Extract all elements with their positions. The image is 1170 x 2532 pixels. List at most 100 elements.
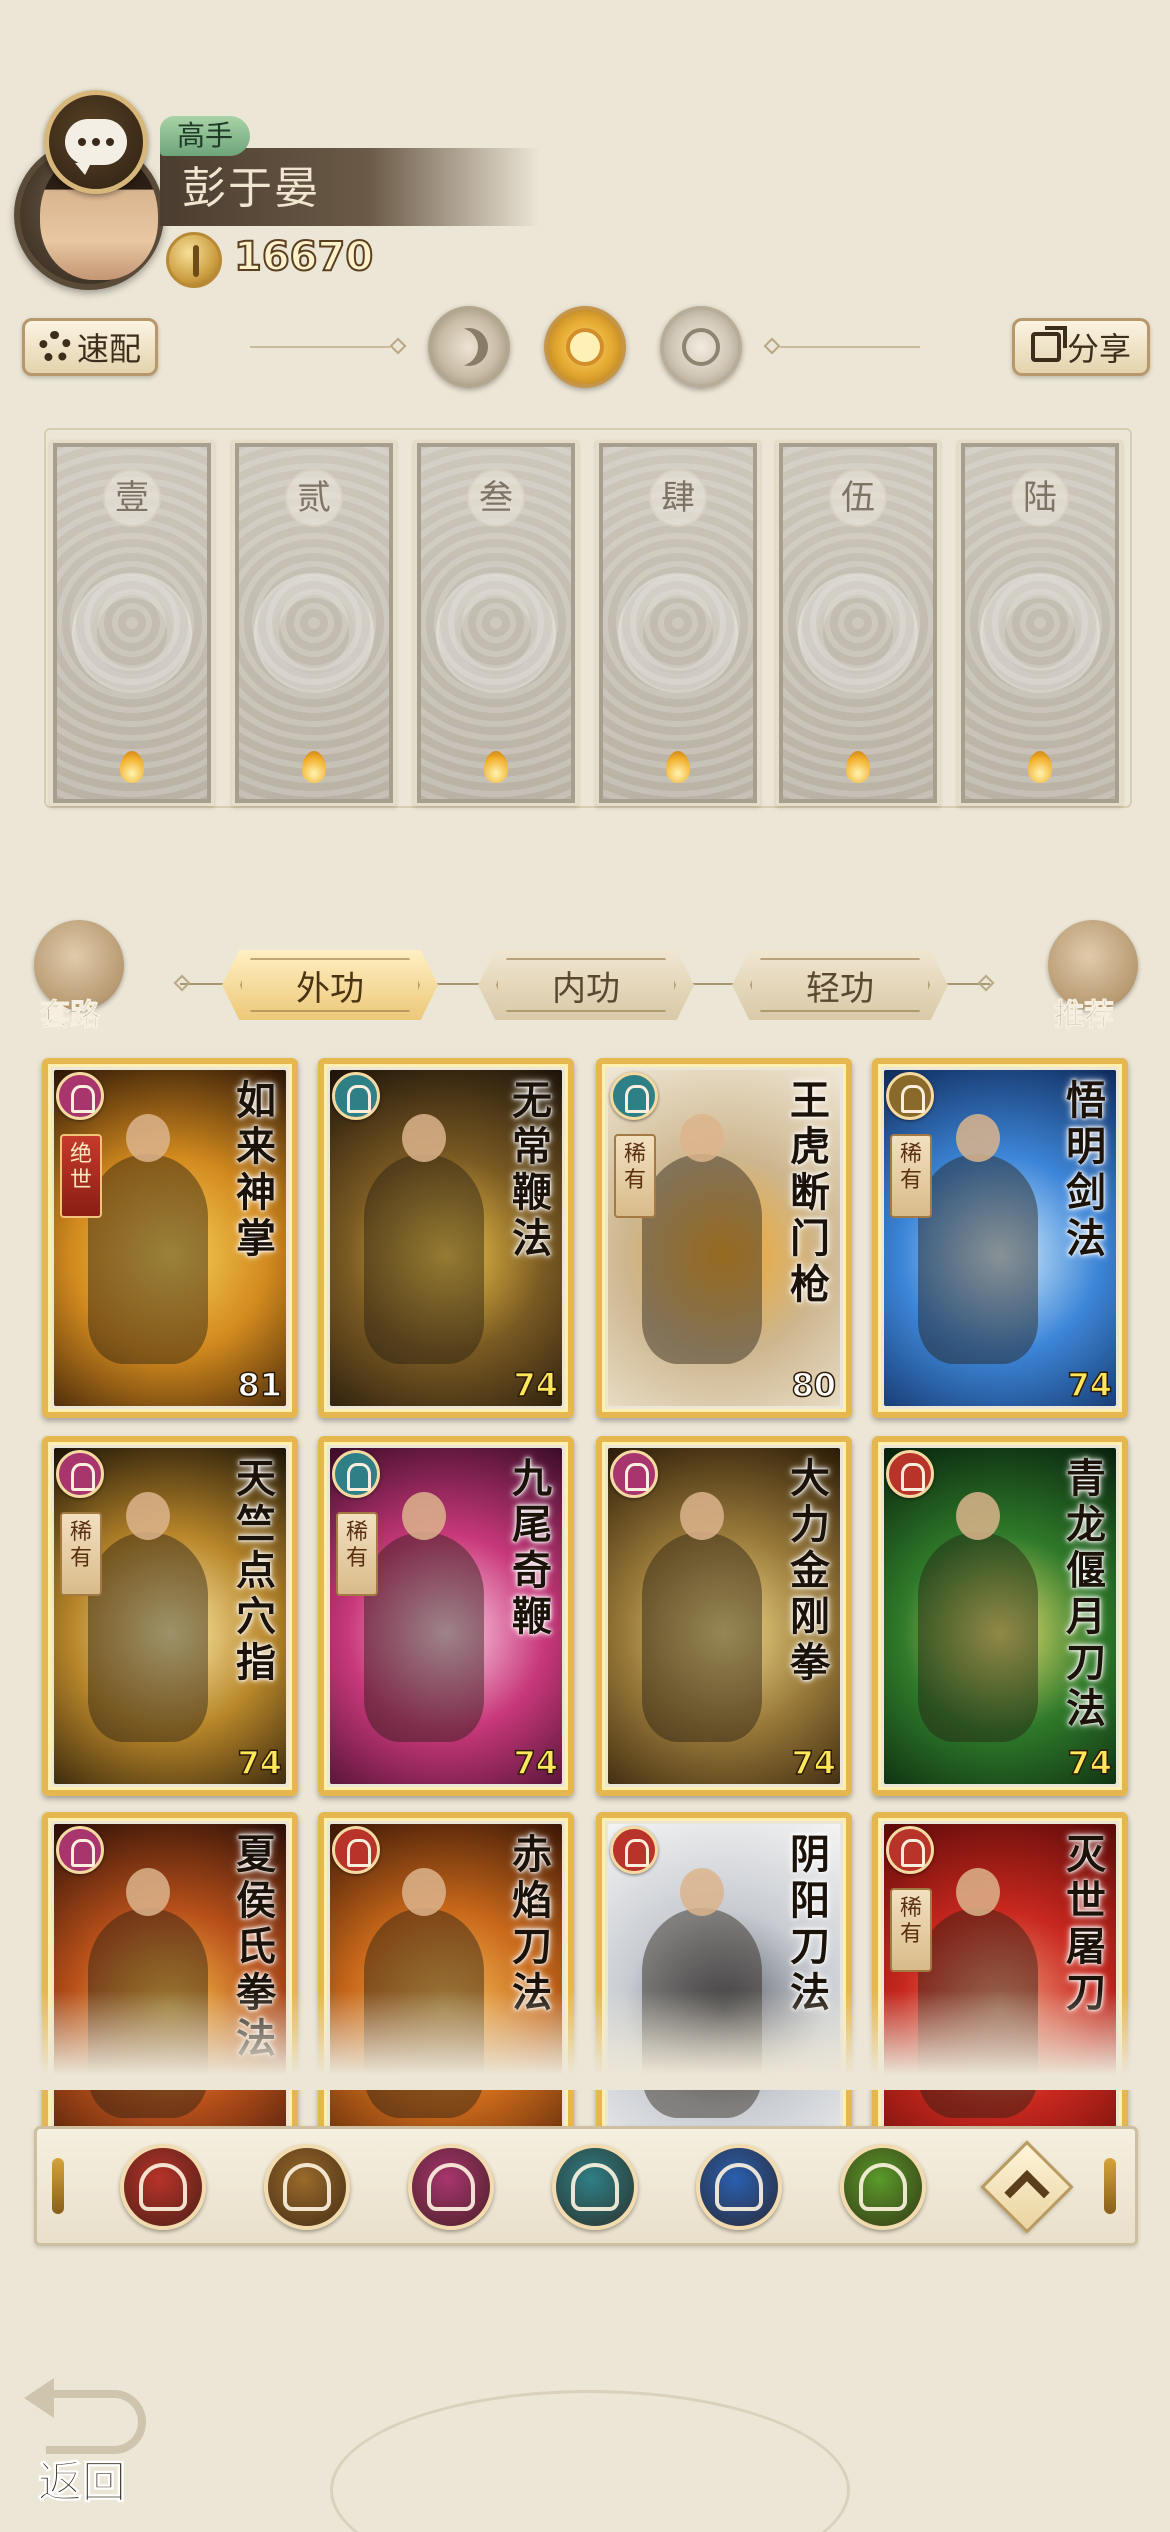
card-title: 灭世屠刀 [1066,1831,1106,2016]
speed-match-button[interactable]: 速配 [22,318,158,376]
character-figure [918,1114,1038,1364]
rarity-tag: 稀有 [890,1134,932,1218]
slot-emblem [436,573,556,693]
chat-icon[interactable] [44,90,148,194]
gear-icon [38,331,71,363]
flame-icon [846,751,870,783]
school-icon [886,1826,934,1874]
character-figure [88,1114,208,1364]
palm-school-icon[interactable] [840,2144,926,2230]
slot-emblem [254,573,374,693]
card-title: 如来神掌 [236,1077,276,1262]
school-icon [610,1450,658,1498]
slot-number: 壹 [103,469,161,527]
character-figure [642,1492,762,1742]
school-icon [886,1450,934,1498]
moon-mode-button[interactable] [428,306,510,388]
taiji-school-icon[interactable] [696,2144,782,2230]
combo-label: 套路 [40,998,101,1034]
character-figure [88,1492,208,1742]
sword-school-icon[interactable] [264,2144,350,2230]
back-arrow-icon [24,2378,146,2454]
skill-card[interactable]: 大力金刚拳 74 [596,1436,852,1796]
skill-card[interactable]: 悟明剑法 稀有 74 [872,1058,1128,1418]
deck-slot[interactable]: 叁 [414,440,578,806]
flame-icon [302,751,326,783]
share-label: 分享 [1066,330,1131,368]
tab-rail-ornament [977,974,995,992]
school-icon [56,1826,104,1874]
card-title: 九尾奇鞭 [512,1455,552,1640]
rarity-tag: 稀有 [60,1512,102,1596]
card-title: 王虎断门枪 [790,1077,830,1308]
power-icon [166,232,222,288]
card-title: 天竺点穴指 [236,1455,276,1686]
school-icon [610,1826,658,1874]
tab-label: 轻功 [806,968,874,1009]
tab-external[interactable]: 外功 [222,950,438,1020]
moon-icon [450,328,488,366]
list-fade [30,1990,1140,2090]
back-button[interactable]: 返回 [24,2378,156,2510]
card-title: 赤焰刀法 [512,1831,552,2016]
deck-slot[interactable]: 陆 [958,440,1122,806]
tab-internal[interactable]: 内功 [478,950,694,1020]
slot-emblem [798,573,918,693]
sun-icon [566,328,604,366]
share-icon [1030,326,1067,362]
card-title: 无常鞭法 [512,1077,552,1262]
slot-number: 叁 [467,469,525,527]
tab-lightness[interactable]: 轻功 [732,950,948,1020]
skill-card[interactable]: 无常鞭法 74 [318,1058,574,1418]
slot-emblem [618,573,738,693]
deck-slot[interactable]: 肆 [596,440,760,806]
tab-label: 内功 [552,968,620,1009]
skill-card[interactable]: 天竺点穴指 稀有 74 [42,1436,298,1796]
deck-slot[interactable]: 壹 [50,440,214,806]
blade-school-icon[interactable] [120,2144,206,2230]
school-icon [332,1826,380,1874]
card-level: 74 [1067,1743,1113,1783]
fist-school-icon[interactable] [408,2144,494,2230]
scroll-handle-left [52,2158,64,2214]
card-level: 74 [513,1743,559,1783]
skill-card[interactable]: 九尾奇鞭 稀有 74 [318,1436,574,1796]
card-level: 81 [237,1365,283,1405]
rarity-tag: 稀有 [614,1134,656,1218]
skill-card[interactable]: 如来神掌 绝世 81 [42,1058,298,1418]
scroll-handle-right [1104,2158,1116,2214]
divider [780,346,920,348]
card-title: 大力金刚拳 [790,1455,830,1686]
deck-slot[interactable]: 贰 [232,440,396,806]
sun-mode-button[interactable] [544,306,626,388]
slot-number: 陆 [1011,469,1069,527]
share-button[interactable]: 分享 [1012,318,1150,376]
card-title: 阴阳刀法 [790,1831,830,2016]
rank-badge: 高手 [160,116,250,156]
fan-school-icon[interactable] [552,2144,638,2230]
card-level: 74 [791,1743,837,1783]
card-level: 74 [513,1365,559,1405]
rarity-tag: 稀有 [336,1512,378,1596]
deck-slot[interactable]: 伍 [776,440,940,806]
card-level: 74 [1067,1365,1113,1405]
player-name: 彭于晏 [182,163,320,214]
eclipse-mode-button[interactable] [660,306,742,388]
rarity-tag: 稀有 [890,1888,932,1972]
character-figure [642,1114,762,1364]
school-icon [332,1450,380,1498]
tab-label: 外功 [296,968,364,1009]
speed-match-label: 速配 [76,330,141,368]
divider [250,346,390,348]
divider-ornament [763,337,781,355]
school-icon [56,1072,104,1120]
card-title: 青龙偃月刀法 [1066,1455,1106,1732]
card-level: 80 [791,1365,837,1405]
tab-rail-ornament [173,974,191,992]
school-icon [886,1072,934,1120]
background-emblem [330,2390,850,2532]
skill-card[interactable]: 青龙偃月刀法 74 [872,1436,1128,1796]
slot-emblem [980,573,1100,693]
eclipse-icon [682,328,720,366]
skill-card[interactable]: 王虎断门枪 稀有 80 [596,1058,852,1418]
